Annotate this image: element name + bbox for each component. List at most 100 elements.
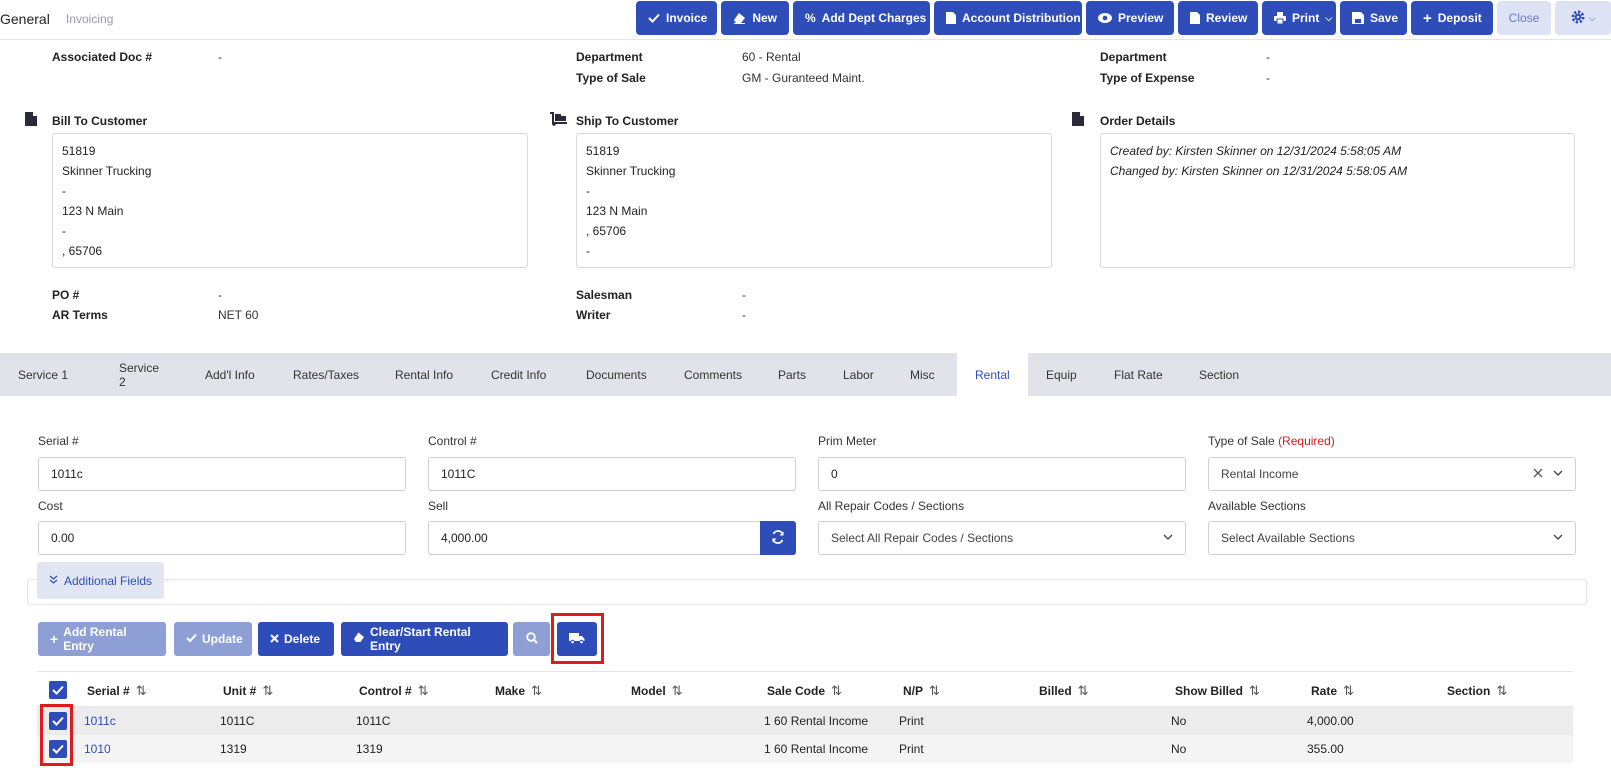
sort-icon: ⇅: [531, 683, 542, 698]
tab-comments[interactable]: Comments: [666, 353, 760, 396]
column-header-make[interactable]: Make ⇅: [495, 683, 542, 699]
type-of-expense-label: Type of Expense: [1100, 71, 1195, 85]
repair-codes-select[interactable]: Select All Repair Codes / Sections: [818, 521, 1186, 555]
file-icon: [1190, 11, 1200, 25]
column-header-sale-code[interactable]: Sale Code ⇅: [767, 683, 842, 699]
print-icon: [1274, 11, 1286, 25]
available-sections-select[interactable]: Select Available Sections: [1208, 521, 1576, 555]
add-dept-charges-button[interactable]: % Add Dept Charges: [793, 1, 930, 35]
account-distribution-label: Account Distribution: [962, 11, 1081, 25]
sell-input[interactable]: 4,000.00: [428, 521, 761, 555]
ship-to-title: Ship To Customer: [576, 114, 679, 128]
add-dept-charges-label: Add Dept Charges: [821, 11, 927, 25]
chevron-down-icon: [1163, 531, 1173, 545]
tab-documents[interactable]: Documents: [568, 353, 666, 396]
type-of-sale-select[interactable]: Rental Income: [1208, 457, 1576, 491]
select-all-checkbox[interactable]: [49, 681, 67, 699]
control-input[interactable]: 1011C: [428, 457, 796, 491]
clear-start-rental-entry-button[interactable]: Clear/Start Rental Entry: [341, 622, 508, 656]
tab-rental-info[interactable]: Rental Info: [377, 353, 473, 396]
ar-terms-label: AR Terms: [52, 308, 108, 322]
search-button[interactable]: [513, 622, 550, 656]
eraser-icon: [353, 632, 365, 646]
refresh-sell-button[interactable]: [760, 521, 796, 555]
new-button[interactable]: New: [721, 1, 789, 35]
department2-label: Department: [1100, 50, 1167, 64]
table-row[interactable]: 1011c 1011C 1011C 1 60 Rental Income Pri…: [37, 707, 1573, 735]
column-header-np[interactable]: N/P ⇅: [903, 683, 940, 699]
chevron-down-icon: [1553, 467, 1563, 481]
delete-button[interactable]: Delete: [258, 622, 334, 656]
save-button[interactable]: Save: [1340, 1, 1407, 35]
serial-link[interactable]: 1010: [84, 742, 111, 756]
show-billed-cell: No: [1171, 742, 1187, 756]
account-distribution-button[interactable]: Account Distribution: [934, 1, 1082, 35]
add-rental-entry-button[interactable]: + Add Rental Entry: [38, 622, 166, 656]
tab-rates-taxes[interactable]: Rates/Taxes: [275, 353, 377, 396]
prim-meter-input[interactable]: 0: [818, 457, 1186, 491]
repair-codes-placeholder: Select All Repair Codes / Sections: [831, 531, 1014, 545]
serial-link[interactable]: 1011c: [84, 714, 116, 728]
tab-service-1[interactable]: Service 1: [0, 353, 101, 396]
tab-equip[interactable]: Equip: [1028, 353, 1096, 396]
review-button[interactable]: Review: [1178, 1, 1258, 35]
tab-labor[interactable]: Labor: [825, 353, 892, 396]
sort-icon: ⇅: [1077, 683, 1089, 698]
available-sections-placeholder: Select Available Sections: [1221, 531, 1355, 545]
department-value: 60 - Rental: [742, 50, 801, 64]
column-header-serial[interactable]: Serial # ⇅: [87, 683, 147, 699]
cost-input[interactable]: 0.00: [38, 521, 406, 555]
tab-parts[interactable]: Parts: [760, 353, 825, 396]
clear-icon[interactable]: [1533, 467, 1543, 481]
column-header-model[interactable]: Model ⇅: [631, 683, 683, 699]
address-line: -: [586, 184, 590, 198]
address-line: , 65706: [62, 244, 103, 258]
column-header-show-billed[interactable]: Show Billed ⇅: [1175, 683, 1260, 699]
tab-addl-info[interactable]: Add'l Info: [187, 353, 275, 396]
column-header-unit[interactable]: Unit # ⇅: [223, 683, 273, 699]
tab-credit-info[interactable]: Credit Info: [473, 353, 568, 396]
plus-icon: +: [50, 631, 59, 647]
salesman-label: Salesman: [576, 288, 633, 302]
tab-misc[interactable]: Misc: [892, 353, 957, 396]
tab-rental[interactable]: Rental: [957, 353, 1028, 396]
gear-icon: [1571, 10, 1585, 27]
update-button[interactable]: Update: [174, 622, 252, 656]
check-icon: [186, 632, 197, 646]
print-button[interactable]: Print ⌵: [1262, 1, 1336, 35]
additional-fields-toggle[interactable]: Additional Fields: [37, 562, 165, 599]
repair-codes-label: All Repair Codes / Sections: [818, 499, 965, 513]
close-button[interactable]: Close: [1497, 1, 1551, 35]
type-of-sale-field-label: Type of Sale (Required): [1208, 434, 1335, 448]
eye-icon: [1098, 11, 1112, 25]
tab-bar: Service 1 Service 2 Add'l Info Rates/Tax…: [0, 353, 1611, 396]
order-details-title: Order Details: [1100, 114, 1176, 128]
sale-code-cell: 1 60 Rental Income: [764, 714, 869, 728]
serial-input[interactable]: 1011c: [38, 457, 406, 491]
rate-cell: 355.00: [1307, 742, 1344, 756]
page-subtitle[interactable]: Invoicing: [66, 12, 113, 26]
address-line: -: [62, 224, 66, 238]
invoice-button[interactable]: Invoice: [636, 1, 717, 35]
column-label: N/P: [903, 684, 924, 698]
chevron-down-icon: ⌵: [1588, 12, 1596, 23]
preview-button[interactable]: Preview: [1086, 1, 1174, 35]
column-label: Sale Code: [767, 684, 826, 698]
sort-icon: ⇅: [1249, 683, 1260, 698]
search-icon: [525, 631, 538, 647]
tab-service-2[interactable]: Service 2: [101, 353, 187, 396]
deposit-button[interactable]: + Deposit: [1411, 1, 1493, 35]
update-label: Update: [202, 632, 243, 646]
tab-flat-rate[interactable]: Flat Rate: [1096, 353, 1181, 396]
tab-section[interactable]: Section: [1181, 353, 1261, 396]
prim-meter-label: Prim Meter: [818, 434, 877, 448]
column-header-control[interactable]: Control # ⇅: [359, 683, 429, 699]
column-header-billed[interactable]: Billed ⇅: [1039, 683, 1089, 699]
table-row[interactable]: 1010 1319 1319 1 60 Rental Income Print …: [37, 735, 1573, 763]
np-cell: Print: [899, 714, 924, 728]
settings-button[interactable]: ⌵: [1555, 1, 1611, 35]
review-button-label: Review: [1206, 11, 1248, 25]
column-header-rate[interactable]: Rate ⇅: [1311, 683, 1354, 699]
writer-label: Writer: [576, 308, 611, 322]
column-header-section[interactable]: Section ⇅: [1447, 683, 1507, 699]
